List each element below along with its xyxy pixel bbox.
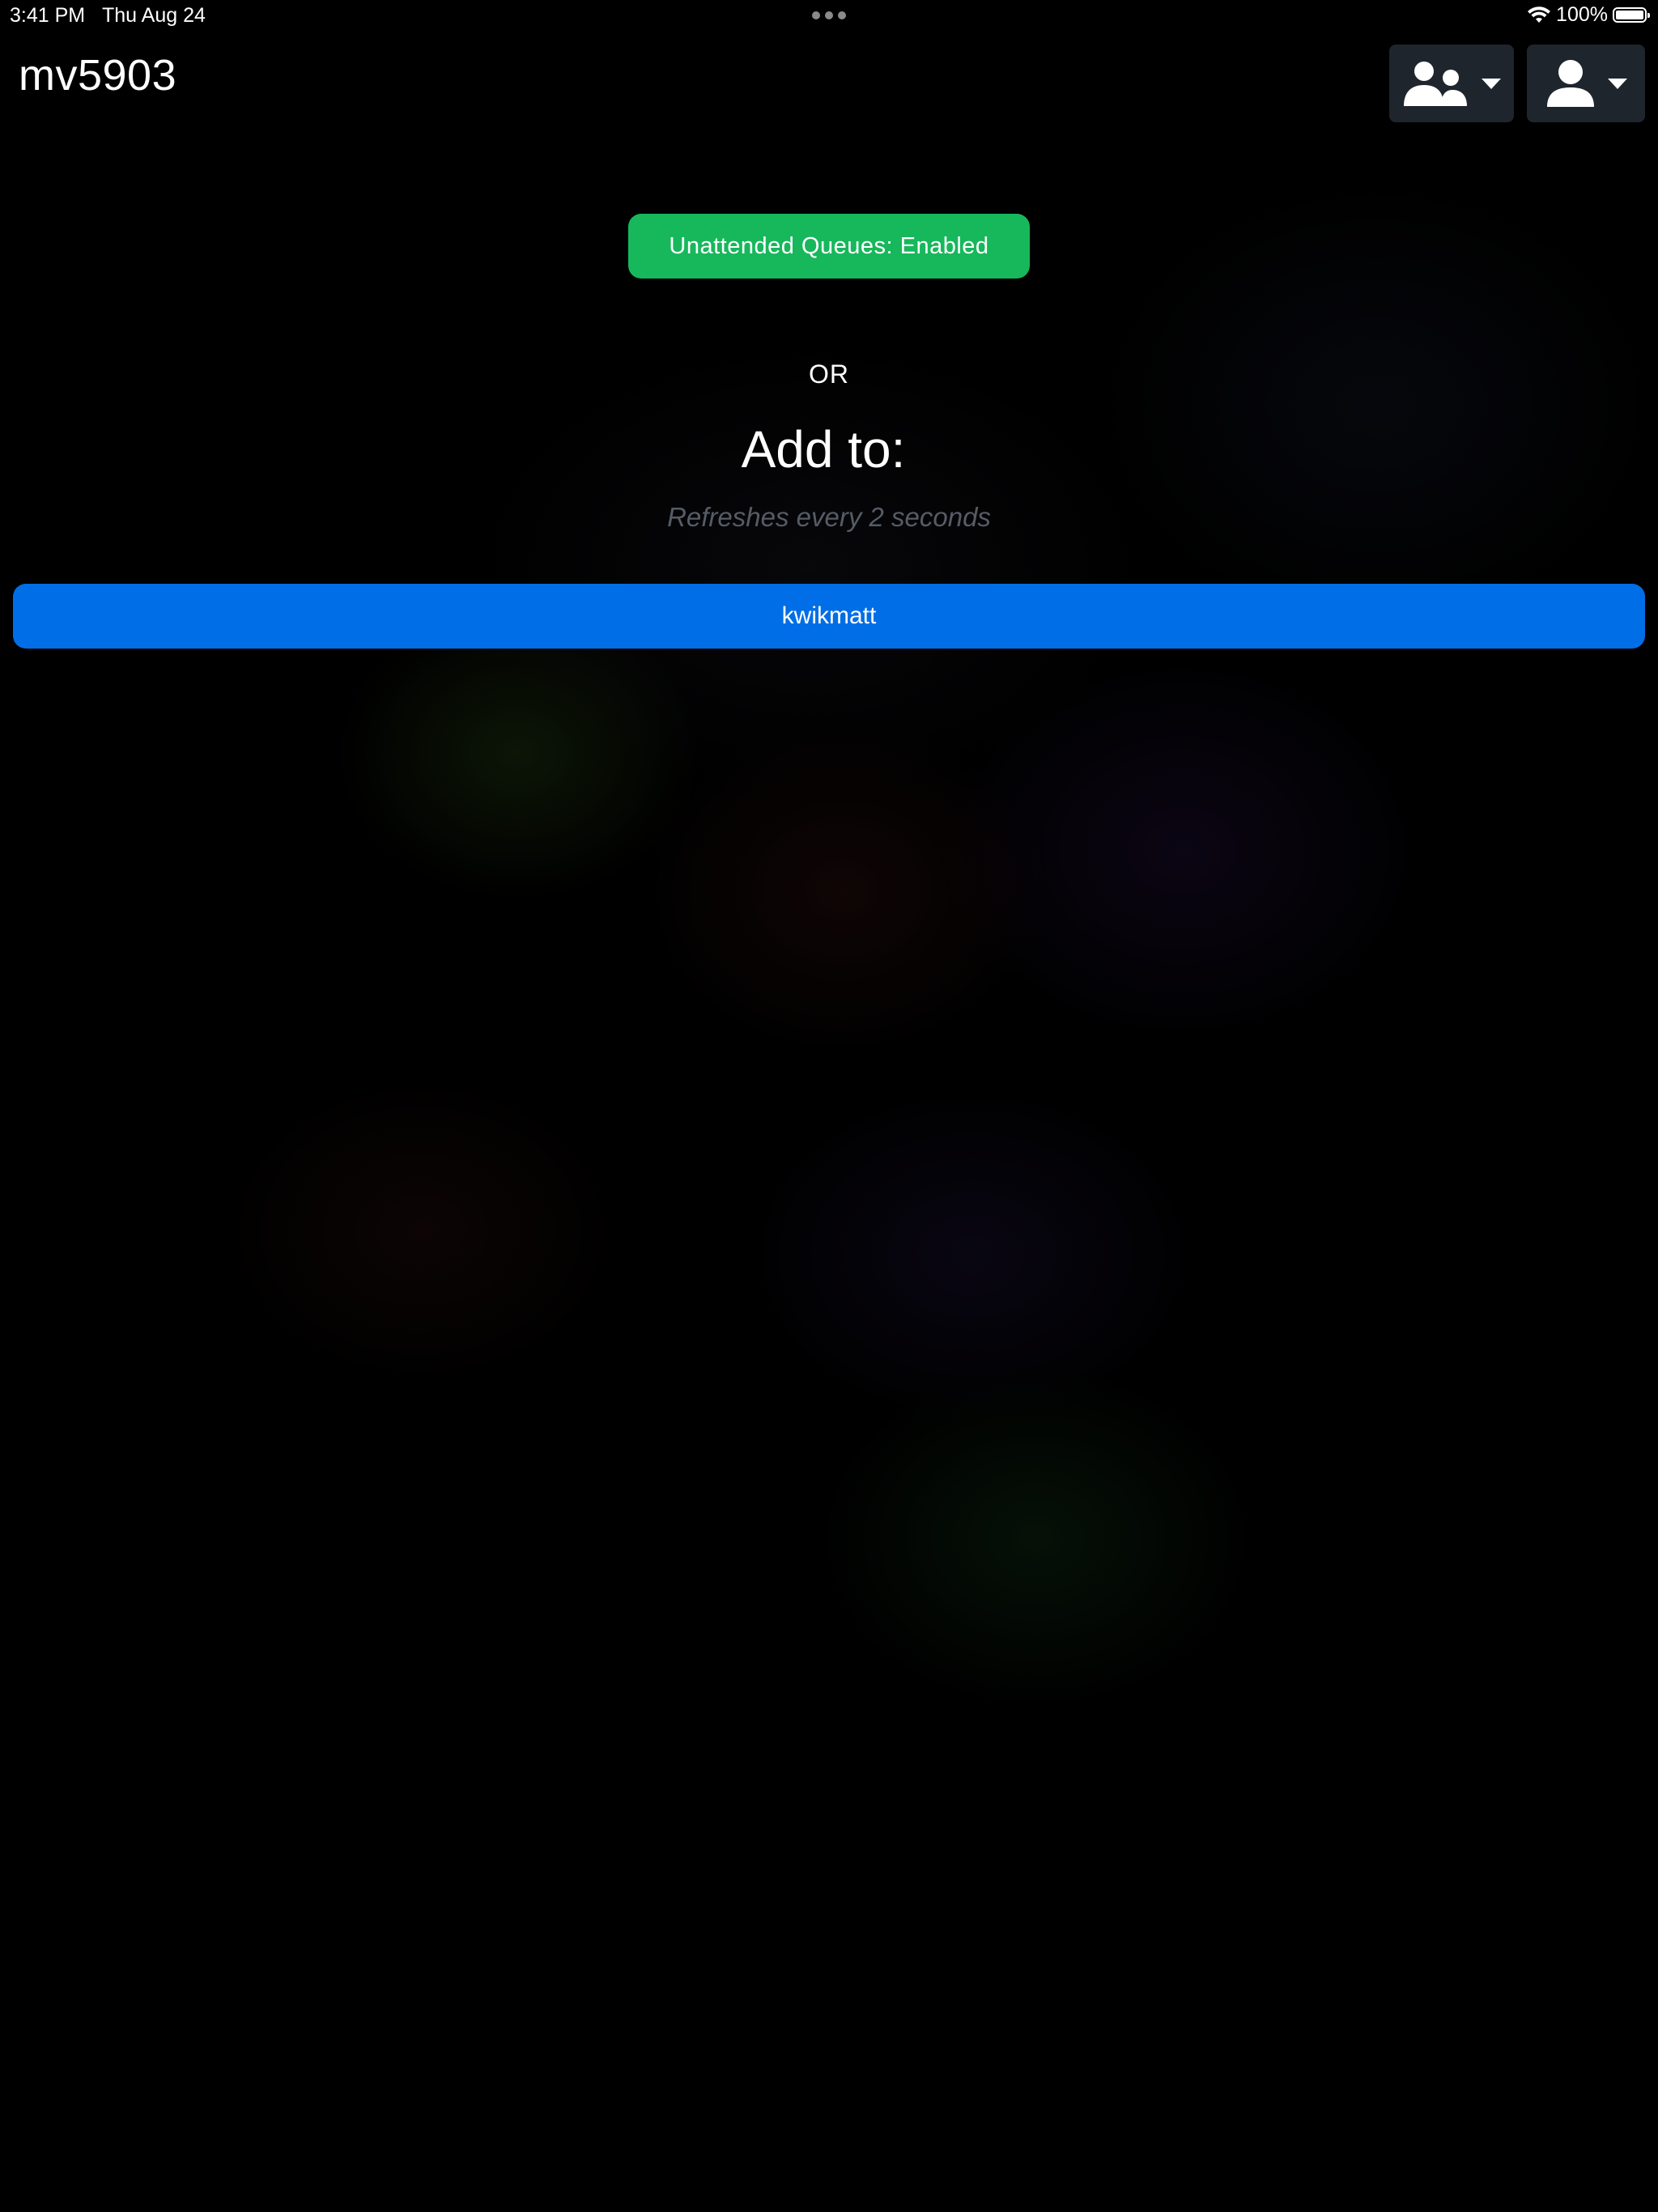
user-menu-button[interactable] bbox=[1527, 45, 1645, 122]
page-title: mv5903 bbox=[19, 51, 177, 100]
status-bar: 3:41 PM Thu Aug 24 100% bbox=[0, 0, 1658, 32]
wifi-icon bbox=[1528, 6, 1551, 23]
users-icon bbox=[1404, 62, 1467, 106]
add-to-heading: Add to: bbox=[741, 420, 906, 479]
unattended-queues-toggle[interactable]: Unattended Queues: Enabled bbox=[628, 214, 1030, 279]
status-time: 3:41 PM bbox=[10, 4, 86, 27]
battery-icon bbox=[1613, 7, 1650, 23]
groups-menu-button[interactable] bbox=[1389, 45, 1514, 122]
multitasking-dots-icon[interactable] bbox=[812, 11, 846, 19]
status-date: Thu Aug 24 bbox=[102, 4, 206, 27]
user-icon bbox=[1547, 60, 1594, 107]
chevron-down-icon bbox=[1482, 78, 1501, 89]
queue-button-kwikmatt[interactable]: kwikmatt bbox=[13, 584, 1645, 649]
battery-percent: 100% bbox=[1556, 3, 1608, 26]
chevron-down-icon bbox=[1608, 78, 1627, 89]
or-separator: OR bbox=[809, 359, 849, 389]
status-indicators: 100% bbox=[1527, 3, 1650, 27]
background-glow bbox=[0, 0, 1658, 2212]
refresh-note: Refreshes every 2 seconds bbox=[667, 502, 991, 532]
